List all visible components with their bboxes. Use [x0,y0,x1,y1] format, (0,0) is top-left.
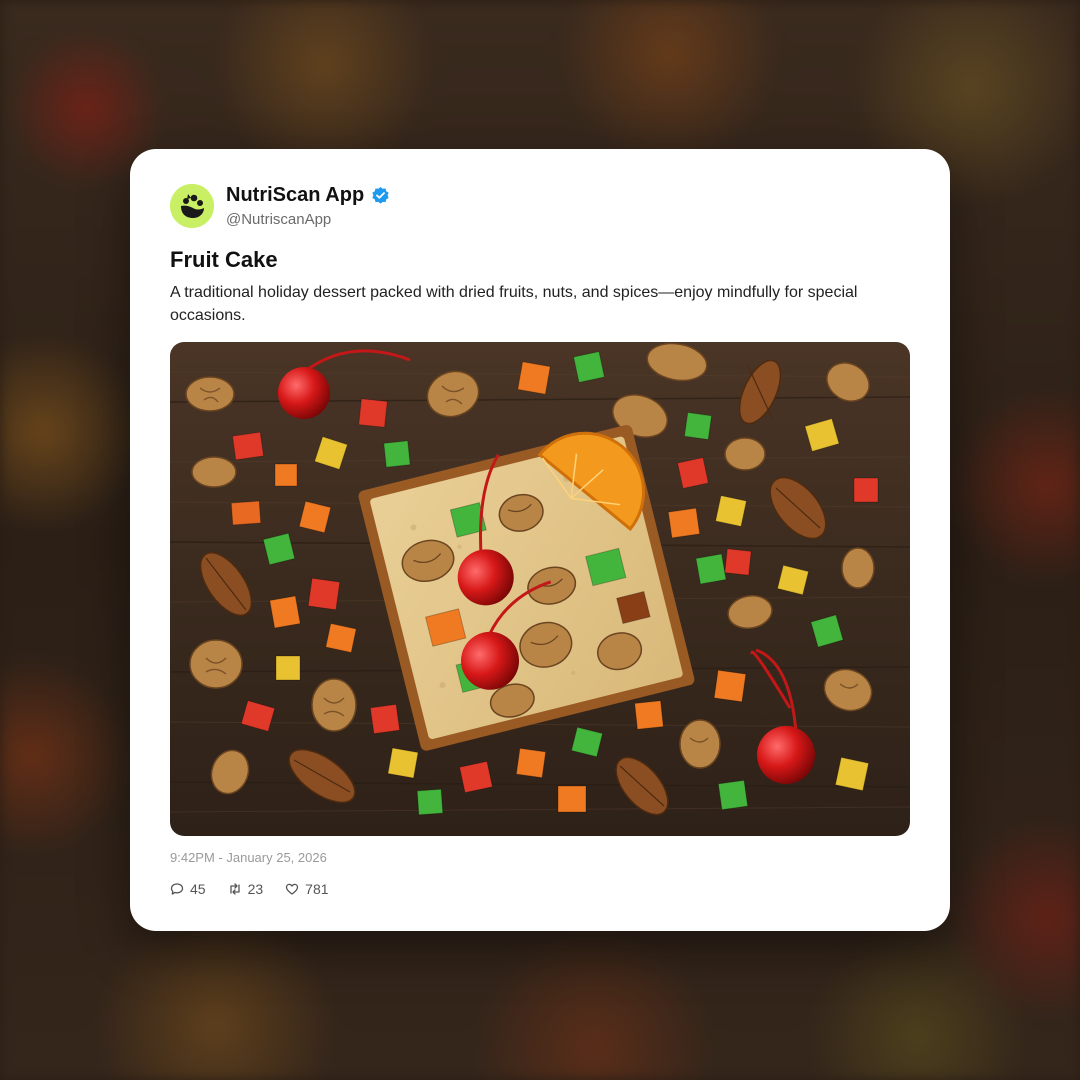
author-row: NutriScan App [226,184,390,207]
fruit-cake-photo[interactable] [170,342,910,836]
retweet-arrows-icon [229,883,240,895]
speech-bubble-icon [170,883,184,895]
like-count: 781 [305,881,329,897]
post-actions: 45 23 781 [170,881,329,897]
author-handle[interactable]: @NutriscanApp [226,211,331,228]
author-name[interactable]: NutriScan App [226,184,364,207]
post-timestamp: 9:42PM - January 25, 2026 [170,850,327,865]
post-description: A traditional holiday dessert packed wit… [170,284,858,324]
heart-icon [286,883,299,895]
like-button[interactable]: 781 [285,881,329,897]
reply-button[interactable]: 45 [170,881,206,897]
nutriscan-logo-icon [170,184,214,228]
post-title: Fruit Cake [170,247,278,272]
avatar[interactable] [170,184,214,228]
retweet-button[interactable]: 23 [228,881,264,897]
reply-count: 45 [190,881,206,897]
verified-badge-icon [372,186,389,204]
fruit-cake-image [170,342,910,836]
post-card: NutriScan App @NutriscanApp Fruit Cake A… [130,149,950,931]
retweet-count: 23 [247,881,264,897]
